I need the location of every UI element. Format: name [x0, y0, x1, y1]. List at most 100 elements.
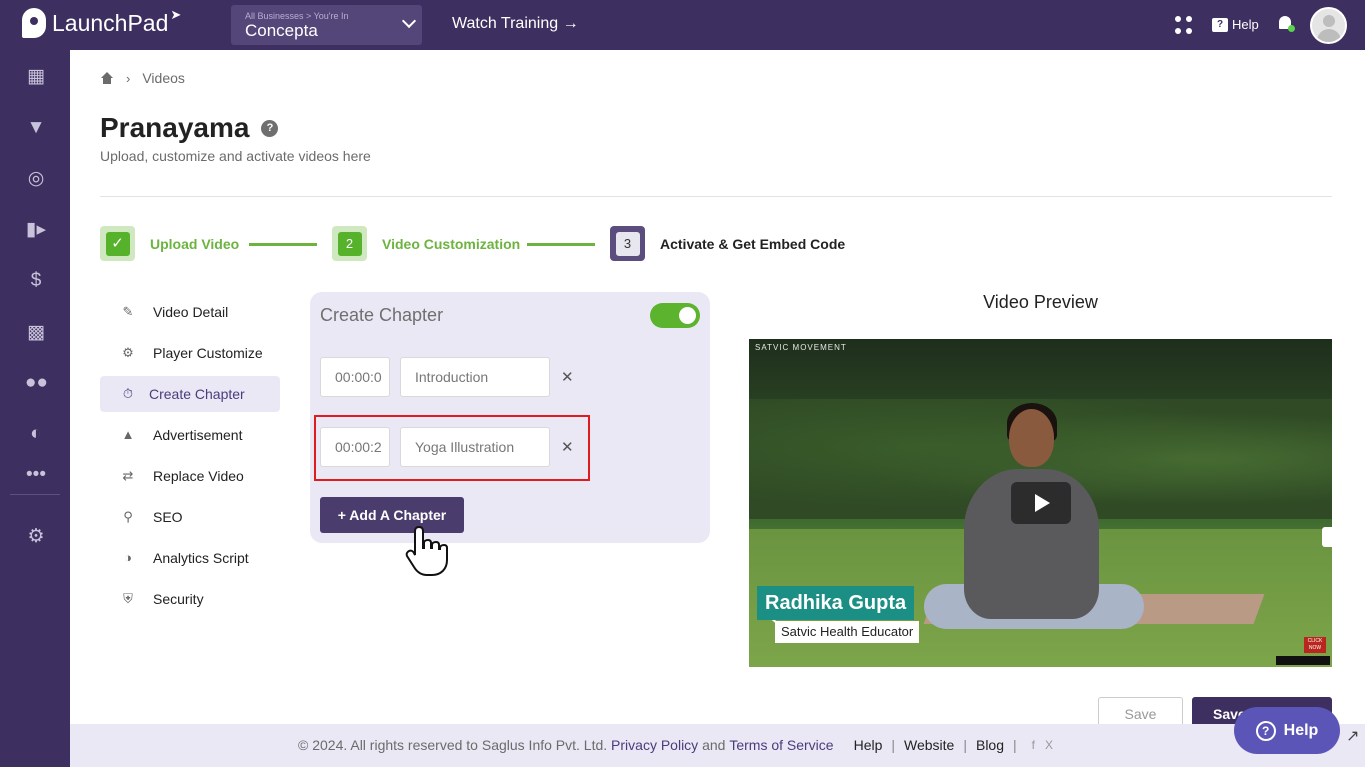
stopwatch-icon: ⏱: [122, 386, 134, 401]
footer-help-link[interactable]: Help: [854, 737, 883, 753]
menu-video-detail[interactable]: ✎ Video Detail: [100, 294, 280, 330]
menu-label: Replace Video: [153, 468, 244, 484]
funnel-icon[interactable]: ▼: [25, 117, 47, 139]
home-icon[interactable]: [100, 72, 114, 84]
settings-gear-icon[interactable]: ⚙: [25, 526, 47, 548]
lower-third-name: Radhika Gupta: [757, 586, 915, 620]
logo-mark-icon: [22, 8, 46, 38]
edit-icon: ✎: [122, 304, 134, 319]
play-icon[interactable]: [1011, 482, 1071, 524]
step-number: 2: [337, 231, 362, 256]
swap-icon: ⇄: [122, 468, 134, 483]
website-link[interactable]: Website: [904, 737, 954, 753]
footer-and: and: [702, 737, 726, 753]
chapter-name-input[interactable]: Introduction: [400, 357, 550, 397]
step-connector: [249, 243, 317, 246]
chapter-name-input[interactable]: Yoga Illustration: [400, 427, 550, 467]
terms-link[interactable]: Terms of Service: [729, 737, 833, 753]
video-preview-title: Video Preview: [983, 292, 1098, 312]
avatar[interactable]: [1310, 7, 1347, 44]
menu-security[interactable]: ⛨ Security: [100, 581, 280, 617]
panel-title: Create Chapter: [320, 305, 444, 325]
left-nav: ▦ ▼ ◎ ▮▸ $ ▩ ●● ◐ ••• ⚙: [0, 50, 70, 767]
business-crumb: All Businesses > You're In: [245, 11, 349, 21]
globe-icon[interactable]: ◎: [25, 168, 47, 190]
player-controls[interactable]: [1276, 656, 1330, 665]
gear-icon: ⚙: [122, 345, 134, 360]
apps-grid-icon[interactable]: [1175, 16, 1193, 34]
footer: © 2024. All rights reserved to Saglus In…: [70, 724, 1365, 767]
step-number-badge: 3: [610, 226, 645, 261]
page-title-text: Pranayama: [100, 112, 250, 143]
shield-icon: ⛨: [123, 591, 133, 606]
step-label: Activate & Get Embed Code: [660, 235, 846, 252]
megaphone-icon: ▲: [121, 427, 135, 442]
step-upload-video[interactable]: ✓ Upload Video: [100, 226, 239, 261]
menu-player-customize[interactable]: ⚙ Player Customize: [100, 335, 280, 371]
copyright: © 2024. All rights reserved to Saglus In…: [298, 737, 608, 753]
click-now-badge[interactable]: CLICK NOW: [1304, 637, 1326, 653]
menu-label: SEO: [153, 509, 183, 525]
menu-replace-video[interactable]: ⇄ Replace Video: [100, 458, 280, 494]
separator: |: [1013, 737, 1017, 753]
expand-handle-icon[interactable]: [1322, 527, 1334, 547]
menu-label: Video Detail: [153, 304, 229, 320]
notification-dot: [1288, 25, 1295, 32]
chapters-toggle[interactable]: [650, 303, 700, 328]
users-icon[interactable]: ●●: [25, 372, 48, 394]
blog-link[interactable]: Blog: [976, 737, 1004, 753]
breadcrumb-current[interactable]: Videos: [142, 70, 185, 86]
help-label: Help: [1232, 17, 1259, 32]
facebook-icon[interactable]: f: [1032, 738, 1035, 752]
more-icon[interactable]: •••: [25, 464, 47, 486]
menu-seo[interactable]: ⚲ SEO: [100, 499, 280, 535]
page-title: Pranayama ?: [100, 112, 279, 144]
step-activate-embed[interactable]: 3 Activate & Get Embed Code: [610, 226, 845, 261]
dollar-icon[interactable]: $: [25, 270, 47, 292]
chapter-time-input[interactable]: 00:00:2: [320, 427, 390, 467]
menu-label: Analytics Script: [153, 550, 249, 566]
breadcrumb: › Videos: [100, 70, 185, 86]
help-icon: ?: [1212, 17, 1228, 32]
step-number: 3: [615, 231, 640, 256]
help-widget-label: Help: [1283, 721, 1319, 739]
question-icon[interactable]: ?: [261, 119, 279, 137]
step-label: Video Customization: [382, 235, 521, 252]
analytics-icon[interactable]: ▩: [25, 322, 47, 344]
privacy-policy-link[interactable]: Privacy Policy: [611, 737, 698, 753]
watch-training-link[interactable]: Watch Training →: [452, 15, 579, 33]
business-name: Concepta: [245, 21, 318, 40]
search-icon: ⚲: [123, 509, 133, 524]
video-camera-icon[interactable]: ▮▸: [25, 219, 47, 241]
remove-chapter-icon[interactable]: ✕: [561, 368, 574, 386]
menu-label: Security: [153, 591, 204, 607]
top-bar: LaunchPad ➤ All Businesses > You're In C…: [0, 0, 1365, 50]
menu-label: Create Chapter: [149, 386, 245, 402]
check-icon: ✓: [105, 231, 130, 256]
step-label: Upload Video: [150, 235, 240, 252]
help-widget-button[interactable]: ? Help: [1234, 707, 1340, 754]
business-selector[interactable]: All Businesses > You're In Concepta: [231, 5, 422, 45]
help-button[interactable]: ? Help: [1212, 17, 1259, 32]
separator: |: [891, 737, 896, 753]
video-player[interactable]: SATVIC MOVEMENT Radhika Gupta Satvic Hea…: [749, 339, 1332, 667]
step-connector: [527, 243, 595, 246]
notification-bell-icon[interactable]: [1277, 14, 1295, 32]
step-video-customization[interactable]: 2 Video Customization: [332, 226, 520, 261]
remove-chapter-icon[interactable]: ✕: [561, 438, 574, 456]
gauge-icon[interactable]: ◐: [25, 423, 47, 445]
hand-cursor-icon: [405, 525, 448, 576]
menu-create-chapter[interactable]: ⏱ Create Chapter: [100, 376, 280, 412]
divider: [100, 196, 1332, 197]
page-subtitle: Upload, customize and activate videos he…: [100, 148, 371, 164]
app-logo[interactable]: LaunchPad ➤: [22, 7, 181, 38]
x-icon[interactable]: X: [1045, 738, 1053, 752]
menu-advertisement[interactable]: ▲ Advertisement: [100, 417, 280, 453]
dashboard-icon[interactable]: ▦: [25, 66, 47, 88]
separator: |: [963, 737, 967, 753]
step-check-badge: ✓: [100, 226, 135, 261]
menu-analytics-script[interactable]: ◑ Analytics Script: [100, 540, 280, 576]
app-name: LaunchPad: [52, 9, 169, 36]
chapter-time-input[interactable]: 00:00:0: [320, 357, 390, 397]
resize-handle-icon[interactable]: ↗: [1346, 726, 1362, 746]
